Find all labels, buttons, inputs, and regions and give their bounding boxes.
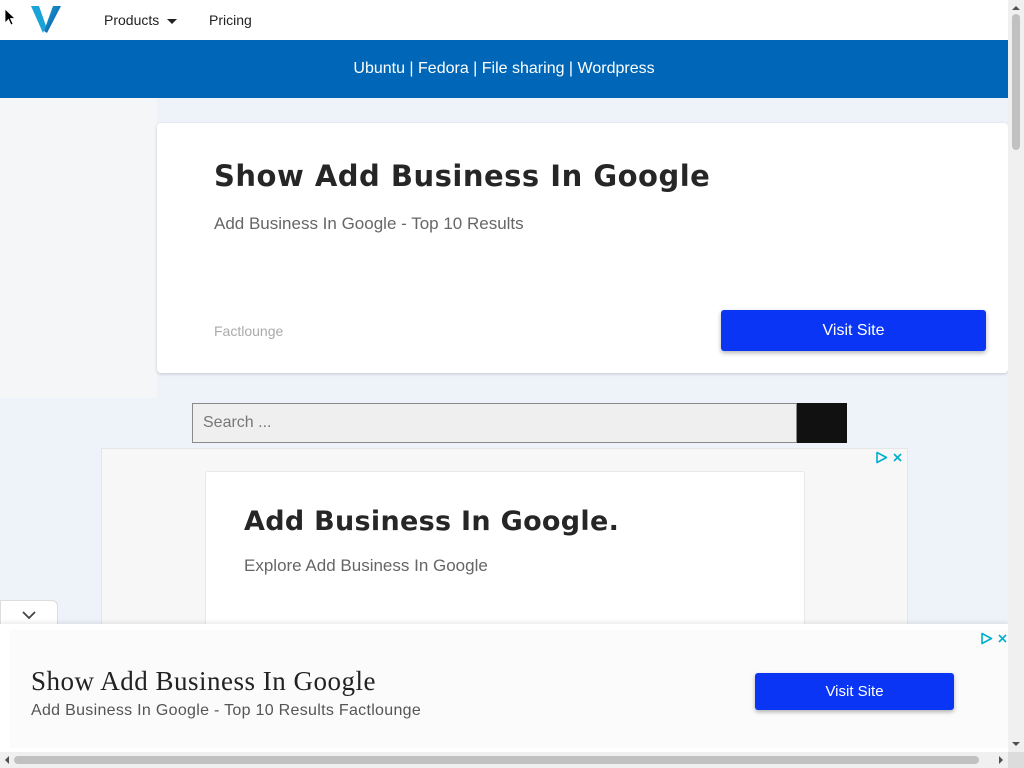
- horizontal-scroll-thumb[interactable]: [14, 756, 979, 764]
- hero-subtitle: Add Business In Google - Top 10 Results: [214, 214, 524, 233]
- ad-container: Add Business In Google. Explore Add Busi…: [101, 448, 908, 641]
- adchoices-icon[interactable]: [875, 451, 888, 464]
- ad-icons: [875, 451, 903, 464]
- bottom-visit-site-button[interactable]: Visit Site: [755, 673, 954, 710]
- category-separator: |: [404, 60, 419, 77]
- category-bar: Ubuntu | Fedora | File sharing | Wordpre…: [0, 40, 1008, 98]
- ad-card[interactable]: Add Business In Google. Explore Add Busi…: [205, 471, 805, 641]
- category-link-wordpress[interactable]: Wordpress: [578, 60, 655, 78]
- nav-products[interactable]: Products: [104, 12, 178, 28]
- category-link-fedora[interactable]: Fedora: [418, 60, 469, 78]
- vertical-scroll-thumb[interactable]: [1012, 14, 1020, 150]
- category-separator: |: [564, 60, 578, 77]
- nav-pricing-label: Pricing: [209, 12, 252, 28]
- scroll-right-icon[interactable]: [995, 752, 1007, 768]
- vertical-scrollbar[interactable]: [1008, 0, 1024, 752]
- hero-ad-card: Show Add Business In Google Add Business…: [157, 123, 1008, 373]
- chevron-down-icon: [22, 610, 36, 619]
- scroll-down-icon[interactable]: [1008, 738, 1024, 750]
- left-pane: [0, 98, 157, 398]
- ad-subtitle: Explore Add Business In Google: [244, 556, 488, 575]
- bottom-ad-title[interactable]: Show Add Business In Google: [31, 666, 376, 697]
- nav-products-label: Products: [104, 12, 160, 28]
- scroll-up-icon[interactable]: [1008, 2, 1024, 14]
- scroll-left-icon[interactable]: [1, 752, 13, 768]
- bottom-ad-inner: Show Add Business In Google Add Business…: [10, 630, 1008, 748]
- category-link-ubuntu[interactable]: Ubuntu: [353, 60, 405, 78]
- nav-pricing[interactable]: Pricing: [209, 12, 252, 28]
- caret-down-icon: [167, 19, 178, 24]
- search-button[interactable]: [797, 403, 847, 443]
- bottom-ad-subtitle: Add Business In Google - Top 10 Results …: [31, 702, 422, 719]
- bottom-sticky-ad: Show Add Business In Google Add Business…: [0, 624, 1008, 754]
- scrollbar-corner: [1008, 752, 1024, 768]
- hero-title[interactable]: Show Add Business In Google: [214, 159, 710, 193]
- close-ad-icon[interactable]: [997, 633, 1008, 644]
- ad-title[interactable]: Add Business In Google.: [244, 506, 619, 537]
- close-ad-icon[interactable]: [892, 452, 903, 463]
- category-separator: |: [468, 60, 482, 77]
- site-logo-icon[interactable]: [30, 4, 62, 34]
- hero-visit-site-button[interactable]: Visit Site: [721, 310, 986, 351]
- top-nav: Products Pricing: [0, 0, 1008, 40]
- search-input[interactable]: [192, 403, 797, 443]
- category-link-file-sharing[interactable]: File sharing: [482, 60, 565, 78]
- adchoices-icon[interactable]: [980, 632, 993, 645]
- hero-source: Factlounge: [214, 323, 284, 339]
- mouse-cursor-icon: [4, 8, 16, 26]
- bottom-ad-icons: [980, 632, 1008, 645]
- search-form: [192, 403, 847, 443]
- horizontal-scrollbar[interactable]: [0, 752, 1008, 768]
